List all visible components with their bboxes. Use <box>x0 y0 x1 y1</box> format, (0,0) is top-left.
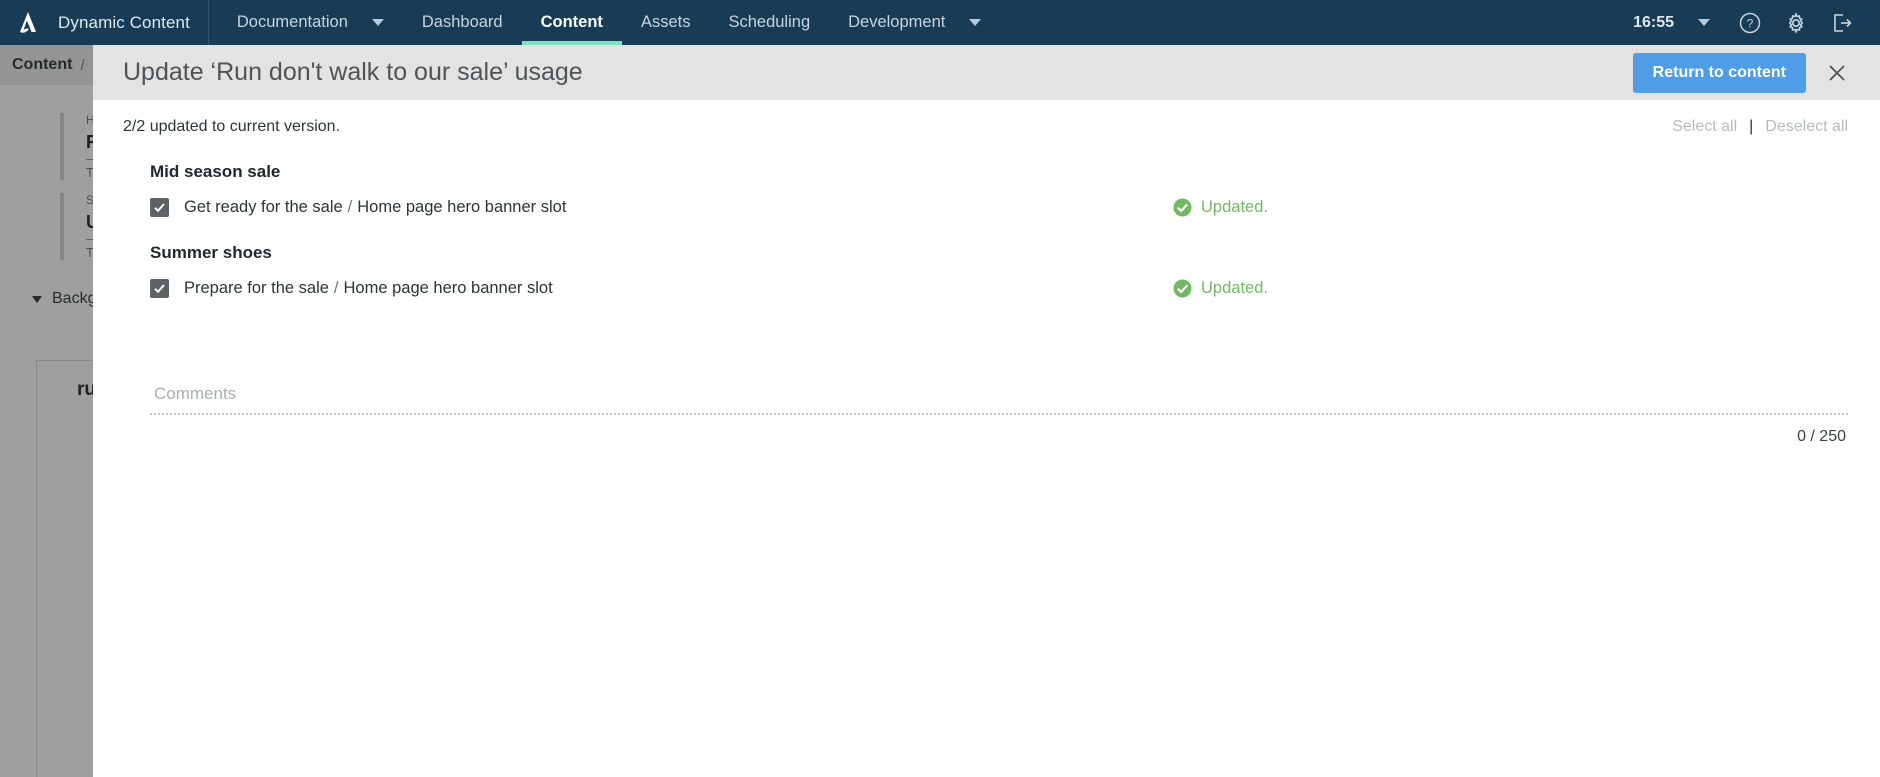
user-menu-button[interactable] <box>1684 0 1724 45</box>
character-counter: 0 / 250 <box>1797 428 1846 445</box>
amplience-logo-icon[interactable] <box>0 0 58 45</box>
gear-icon <box>1788 11 1804 34</box>
close-icon <box>1829 64 1845 81</box>
usage-separator: / <box>333 279 339 297</box>
usage-group: Summer shoes Prepare for the sale / Home p… <box>123 243 1848 298</box>
svg-text:?: ? <box>1747 16 1754 30</box>
check-icon <box>154 284 165 294</box>
usage-row-label: Get ready for the sale / Home page hero ba… <box>184 198 566 217</box>
usage-content-name: Prepare for the sale <box>184 279 329 297</box>
usage-status-text: Updated. <box>1201 198 1268 216</box>
nav-item-dashboard[interactable]: Dashboard <box>403 0 522 45</box>
check-circle-icon <box>1173 198 1192 217</box>
chevron-down-icon <box>1698 19 1710 26</box>
nav-item-dashboard-label: Dashboard <box>421 13 503 31</box>
status-row: 2/2 updated to current version. Select a… <box>123 100 1848 136</box>
comments-section: 0 / 250 <box>150 380 1848 446</box>
nav-right-cluster: 16:55 ? <box>1633 0 1880 45</box>
nav-item-assets[interactable]: Assets <box>622 0 710 45</box>
settings-button[interactable] <box>1776 0 1816 45</box>
links-separator: | <box>1749 118 1754 135</box>
modal-title: Update ‘Run don't walk to our sale’ usag… <box>123 58 583 86</box>
deselect-all-link[interactable]: Deselect all <box>1765 118 1848 136</box>
update-usage-modal: Update ‘Run don't walk to our sale’ usag… <box>93 45 1880 777</box>
usage-row: Get ready for the sale / Home page hero ba… <box>123 198 1848 217</box>
usage-row: Prepare for the sale / Home page hero bann… <box>123 279 1848 298</box>
selection-links: Select all | Deselect all <box>1672 118 1848 136</box>
modal-header: Update ‘Run don't walk to our sale’ usag… <box>93 45 1880 100</box>
chevron-down-icon <box>969 19 982 26</box>
nav-item-documentation-label: Documentation <box>236 13 348 31</box>
check-circle-icon <box>1173 279 1192 298</box>
usage-checkbox[interactable] <box>150 279 169 298</box>
nav-item-scheduling[interactable]: Scheduling <box>709 0 829 45</box>
modal-body: 2/2 updated to current version. Select a… <box>93 100 1880 777</box>
usage-group-title: Summer shoes <box>150 243 272 262</box>
return-to-content-button[interactable]: Return to content <box>1632 52 1806 93</box>
usage-slot-name: Home page hero banner slot <box>357 198 567 216</box>
update-status-text: 2/2 updated to current version. <box>123 118 341 135</box>
usage-status: Updated. <box>1173 198 1268 217</box>
usage-status: Updated. <box>1173 279 1268 298</box>
comments-input[interactable] <box>150 380 1848 415</box>
usage-content-name: Get ready for the sale <box>184 198 343 216</box>
top-navigation-bar: Dynamic Content Documentation Dashboard … <box>0 0 1880 45</box>
nav-item-development[interactable]: Development <box>829 0 1000 45</box>
usage-status-text: Updated. <box>1201 279 1268 297</box>
clock-display: 16:55 <box>1633 13 1674 31</box>
logout-icon <box>1834 13 1852 32</box>
chevron-down-icon <box>371 19 384 26</box>
usage-slot-name: Home page hero banner slot <box>343 279 553 297</box>
nav-item-scheduling-label: Scheduling <box>728 13 811 31</box>
check-icon <box>154 203 165 213</box>
app-root: Content / Headline Run don't walk to our… <box>0 0 1880 777</box>
usage-checkbox[interactable] <box>150 198 169 217</box>
close-modal-button[interactable] <box>1814 50 1860 96</box>
nav-item-development-label: Development <box>848 13 946 31</box>
usage-separator: / <box>347 198 353 216</box>
nav-items: Documentation Dashboard Content Assets S… <box>209 0 1633 45</box>
help-circle-icon: ? <box>1739 12 1761 33</box>
select-all-link[interactable]: Select all <box>1672 118 1737 136</box>
nav-item-content-label: Content <box>540 13 603 31</box>
nav-item-assets-label: Assets <box>640 13 691 31</box>
logout-button[interactable] <box>1822 0 1862 45</box>
usage-group-title: Mid season sale <box>150 162 281 181</box>
brand-title: Dynamic Content <box>58 12 190 32</box>
nav-item-content[interactable]: Content <box>521 0 623 45</box>
usage-group: Mid season sale Get ready for the sale / H… <box>123 162 1848 217</box>
nav-item-documentation[interactable]: Documentation <box>209 0 403 45</box>
help-button[interactable]: ? <box>1730 0 1770 45</box>
usage-row-label: Prepare for the sale / Home page hero bann… <box>184 279 553 298</box>
